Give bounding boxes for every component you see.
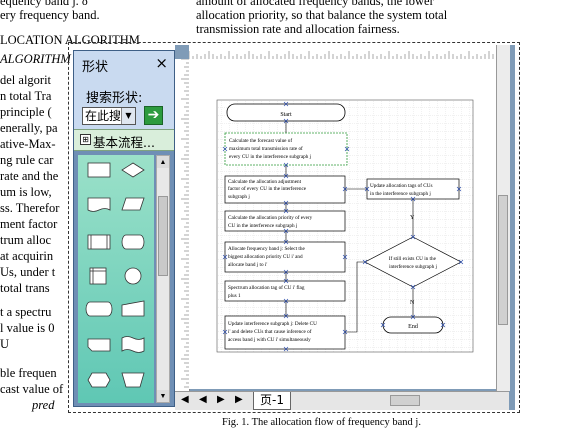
doc-line: cast value of	[0, 382, 64, 396]
manual-operation-shape[interactable]	[121, 372, 145, 388]
step-text: Calculate the forecast value of	[229, 137, 292, 144]
step-text: plus 1	[228, 293, 241, 299]
step-text: in the interference subgraph j	[370, 190, 431, 197]
direct-data-shape[interactable]	[85, 301, 113, 317]
step-text: Calculate the allocation priority of eve…	[228, 214, 313, 221]
punched-tape-shape[interactable]	[121, 336, 145, 353]
doc-line: ALGORITHM	[0, 52, 71, 66]
step-text: Calculate the allocation adjustment	[228, 179, 302, 185]
page-navigation-bar: ◀ ◀ ▶ ▶ 页-1	[175, 391, 509, 410]
step-text: maximum total transmission rate of	[229, 145, 303, 152]
doc-line: ery frequency band.	[0, 8, 100, 22]
yes-label: Y	[410, 215, 415, 221]
next-page-icon[interactable]: ▶	[217, 394, 225, 405]
scrollbar-thumb[interactable]	[158, 196, 168, 276]
start-label: Start	[280, 112, 292, 118]
manual-input-shape[interactable]	[121, 300, 145, 317]
display-shape[interactable]	[87, 372, 111, 388]
no-label: N	[410, 300, 415, 306]
stencil-basic-flowchart-tab[interactable]: ⊞ 基本流程...	[74, 129, 174, 151]
connector-shape[interactable]	[124, 267, 142, 285]
step-text: factor of every CU in the interference	[228, 185, 307, 192]
close-icon[interactable]: ×	[155, 54, 168, 72]
step-text: Update interference subgraph j: Delete C…	[228, 320, 317, 327]
search-shapes-area: 搜索形状: 在此搜 ▼ ➔	[74, 77, 174, 129]
doc-line: transmission rate and allocation fairnes…	[196, 22, 400, 36]
drawing-page[interactable]: Start Calculate the forecast value of ma…	[189, 59, 496, 389]
decision-shape[interactable]	[121, 162, 145, 178]
internal-storage-shape[interactable]	[89, 267, 107, 285]
doc-line: enerally, pa	[0, 121, 58, 135]
horizontal-scrollbar-thumb[interactable]	[390, 395, 420, 406]
doc-line: um is low,	[0, 185, 52, 199]
decision-text: interference subgraph j	[389, 263, 437, 270]
data-shape[interactable]	[121, 197, 145, 211]
search-go-button[interactable]: ➔	[144, 106, 163, 125]
shapes-panel-header: 形状 ×	[74, 51, 174, 77]
stencil-shapes-grid	[78, 155, 154, 403]
doc-line: ative-Max-	[0, 137, 56, 151]
tab-page-1[interactable]: 页-1	[253, 392, 291, 410]
doc-line: U	[0, 337, 10, 351]
end-label: End	[408, 324, 418, 330]
search-scope-select[interactable]: 在此搜 ▼	[82, 107, 136, 125]
vertical-scrollbar[interactable]	[496, 45, 510, 391]
first-page-icon[interactable]: ◀	[181, 394, 189, 405]
search-scope-value: 在此搜	[85, 109, 122, 123]
document-shape[interactable]	[87, 197, 111, 212]
svg-text:Update interference subgraph j: Update interference subgraph j: Delete C…	[228, 320, 318, 343]
doc-line: l value is 0	[0, 321, 55, 335]
doc-line: trum alloc	[0, 233, 52, 247]
doc-line: at acquirin	[0, 249, 54, 263]
doc-line: pred	[32, 398, 55, 412]
arrow-right-icon: ➔	[147, 108, 160, 123]
stencil-label: 基本流程...	[93, 135, 155, 150]
step-text: CU in the interference subgraph j	[228, 222, 297, 229]
step-text: Spectrum allocation tag of CU i' flag	[228, 284, 305, 291]
step-text: Allocate frequency band j: Select the	[228, 245, 305, 252]
step-text: biggest allocation priority CU i' and	[228, 254, 303, 260]
vertical-ruler	[175, 59, 190, 391]
scroll-up-icon[interactable]: ▲	[157, 156, 169, 168]
step-text: every CU in the interference subgraph j	[229, 153, 311, 160]
stored-data-shape[interactable]	[121, 234, 145, 250]
doc-line: del algorit	[0, 73, 52, 87]
shapes-panel: 形状 × 搜索形状: 在此搜 ▼ ➔ ⊞ 基本流程... ▲ ▼	[73, 50, 175, 407]
doc-line: ment factor	[0, 217, 58, 231]
scrollbar-thumb[interactable]	[498, 195, 508, 325]
doc-line: Us, under t	[0, 265, 56, 279]
step-text: Update allocation tags of CUs	[370, 182, 433, 189]
step-text: subgraph j	[228, 194, 250, 200]
process-shape[interactable]	[87, 162, 111, 178]
prev-page-icon[interactable]: ◀	[199, 394, 207, 405]
doc-line: rate and the	[0, 169, 59, 183]
step-text: i' and delete CUs that cause inference o…	[228, 328, 312, 335]
shapes-panel-title: 形状	[82, 60, 109, 75]
doc-line: allocation priority, so that balance the…	[196, 8, 448, 22]
doc-line: ble frequen	[0, 366, 57, 380]
flowchart-diagram: Start Calculate the forecast value of ma…	[189, 59, 496, 389]
step-text: allocate band j to i'	[228, 262, 267, 268]
doc-line: n total Tra	[0, 89, 52, 103]
decision-text: If still exists CU in the	[389, 255, 437, 262]
step-tag-box[interactable]	[224, 280, 346, 302]
doc-line: ss. Therefor	[0, 201, 60, 215]
card-shape[interactable]	[87, 338, 111, 352]
chevron-down-icon[interactable]: ▼	[121, 108, 135, 124]
doc-line: total trans	[0, 281, 50, 295]
step-text: access band j with CU i' simultaneously	[228, 337, 311, 343]
doc-line: ng rule car	[0, 153, 54, 167]
search-shapes-label: 搜索形状:	[86, 91, 143, 106]
shapes-scrollbar[interactable]: ▲ ▼	[156, 155, 170, 403]
figure-caption: Fig. 1. The allocation flow of frequency…	[222, 417, 421, 428]
last-page-icon[interactable]: ▶	[235, 394, 243, 405]
expand-icon: ⊞	[80, 134, 91, 145]
horizontal-ruler	[189, 45, 499, 60]
doc-line: t a spectru	[0, 305, 52, 319]
doc-line: principle (	[0, 105, 52, 119]
scroll-down-icon[interactable]: ▼	[157, 390, 169, 402]
